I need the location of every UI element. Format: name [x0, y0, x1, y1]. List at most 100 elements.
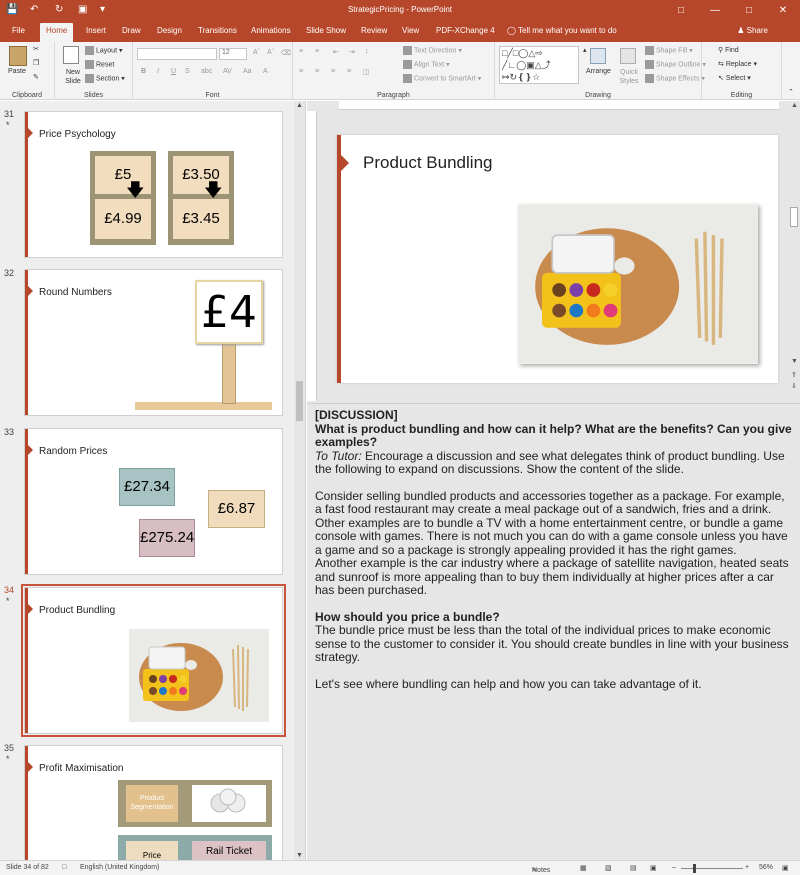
slide-thumbnail-34[interactable]: Product Bundling — [21, 584, 286, 737]
slide-thumbnail-31[interactable]: Price Psychology £5 £4.99 🡇 £3.50 £3.45 … — [24, 111, 283, 258]
paste-button[interactable]: Paste — [8, 68, 26, 75]
slide-thumbnail-35[interactable]: Profit Maximisation Product Segmentation… — [24, 745, 283, 860]
font-size-box[interactable]: 12 — [219, 48, 247, 60]
convert-smartart-button[interactable]: Convert to SmartArt ▾ — [403, 74, 481, 83]
bullets-icon[interactable]: ≡ — [299, 48, 303, 55]
quick-styles-icon[interactable] — [620, 48, 636, 64]
tab-transitions[interactable]: Transitions — [198, 26, 237, 35]
maximize-icon[interactable]: □ — [732, 0, 766, 22]
paint-palette-image[interactable] — [518, 204, 758, 364]
scroll-up-icon[interactable]: ▲ — [296, 102, 303, 109]
shape-effects-button[interactable]: Shape Effects ▾ — [645, 74, 705, 83]
shrink-font-icon[interactable]: Aˇ — [267, 49, 274, 56]
tab-insert[interactable]: Insert — [86, 26, 106, 35]
tab-slide-show[interactable]: Slide Show — [306, 26, 346, 35]
shapes-gallery[interactable]: □╱□◯△⇨ ╱∟◯▣△⤴ ↦↻❴❵☆ — [499, 46, 579, 84]
slide-thumbnail-33[interactable]: Random Prices £27.34 £6.87 £275.24 — [24, 428, 283, 575]
columns-icon[interactable]: ◫ — [363, 68, 370, 76]
format-painter-icon[interactable]: ✎ — [33, 73, 39, 81]
tab-review[interactable]: Review — [361, 26, 387, 35]
thumbnails-scrollbar[interactable]: ▲ ▼ — [294, 101, 305, 860]
spacing-icon[interactable]: AV — [223, 68, 232, 75]
spellcheck-icon[interactable]: □ — [62, 864, 66, 871]
font-color-icon[interactable]: A — [263, 68, 268, 75]
share-button[interactable]: ♟ Share — [737, 26, 768, 35]
tell-me-search[interactable]: ◯ Tell me what you want to do — [507, 26, 617, 35]
minimize-icon[interactable]: — — [698, 0, 732, 22]
slide-scrollbar[interactable]: ▲ ▼ ⇑ ⇓ — [788, 101, 800, 401]
decrease-indent-icon[interactable]: ⇤ — [333, 48, 339, 56]
zoom-slider-thumb[interactable] — [693, 864, 696, 873]
change-case-icon[interactable]: Aa — [243, 68, 252, 75]
tab-pdf-xchange[interactable]: PDF-XChange 4 — [436, 26, 495, 35]
shape-outline-button[interactable]: Shape Outline ▾ — [645, 60, 706, 69]
normal-view-icon[interactable]: ▦ — [580, 864, 587, 872]
zoom-out-icon[interactable]: – — [672, 864, 676, 871]
notes-pane[interactable]: [DISCUSSION] What is product bundling an… — [307, 403, 800, 860]
align-text-button[interactable]: Align Text ▾ — [403, 60, 450, 69]
tab-design[interactable]: Design — [157, 26, 182, 35]
copy-icon[interactable]: ❐ — [33, 59, 39, 67]
price-tag: £6.87 — [208, 490, 265, 528]
slide-sorter-icon[interactable]: ▧ — [605, 864, 612, 872]
zoom-in-icon[interactable]: + — [745, 864, 749, 871]
shape-fill-button[interactable]: Shape Fill ▾ — [645, 46, 693, 55]
arrange-button[interactable]: Arrange — [586, 68, 611, 75]
slide-canvas[interactable]: Product Bundling — [337, 135, 778, 383]
underline-icon[interactable]: U — [171, 68, 176, 75]
paste-icon[interactable] — [9, 46, 27, 66]
next-slide-icon[interactable]: ⇓ — [791, 382, 797, 390]
collapse-ribbon-icon[interactable]: ⌃ — [788, 88, 794, 96]
shapes-scroll-icon[interactable]: ▴ — [583, 46, 587, 54]
slideshow-icon[interactable]: ▣ — [650, 864, 657, 872]
slide-title[interactable]: Product Bundling — [363, 153, 492, 173]
tab-view[interactable]: View — [402, 26, 419, 35]
clear-format-icon[interactable]: ⌫ — [281, 49, 291, 57]
close-icon[interactable]: ✕ — [766, 0, 800, 22]
numbering-icon[interactable]: ≡ — [315, 48, 319, 55]
find-button[interactable]: ⚲ Find — [718, 46, 739, 54]
align-left-icon[interactable]: ≡ — [299, 68, 303, 75]
scrollbar-thumb[interactable] — [790, 207, 798, 227]
animation-star-icon: * — [6, 120, 10, 130]
scroll-down-icon[interactable]: ▼ — [296, 852, 303, 859]
grow-font-icon[interactable]: Aˆ — [253, 49, 260, 56]
reset-button[interactable]: Reset — [85, 60, 114, 69]
scroll-up-icon[interactable]: ▲ — [791, 102, 798, 109]
zoom-level[interactable]: 56% — [759, 864, 773, 871]
text-direction-button[interactable]: Text Direction ▾ — [403, 46, 462, 55]
align-center-icon[interactable]: ≡ — [315, 68, 319, 75]
bold-icon[interactable]: B — [141, 68, 146, 75]
select-button[interactable]: ↖ Select ▾ — [718, 74, 751, 82]
section-button[interactable]: Section ▾ — [85, 74, 125, 83]
scrollbar-thumb[interactable] — [296, 381, 303, 421]
reading-view-icon[interactable]: ▤ — [630, 864, 637, 872]
language-indicator[interactable]: English (United Kingdom) — [80, 864, 159, 871]
ribbon-display-icon[interactable]: □ — [664, 0, 698, 22]
slide-thumbnail-32[interactable]: Round Numbers £4 — [24, 269, 283, 416]
tab-file[interactable]: File — [12, 26, 25, 35]
cut-icon[interactable]: ✂ — [33, 45, 39, 53]
replace-button[interactable]: ⇆ Replace ▾ — [718, 60, 757, 68]
shadow-icon[interactable]: S — [185, 68, 190, 75]
line-spacing-icon[interactable]: ↕ — [365, 48, 369, 55]
zoom-slider[interactable] — [681, 868, 743, 869]
fit-to-window-icon[interactable]: ▣ — [782, 864, 789, 872]
previous-slide-icon[interactable]: ⇑ — [791, 371, 797, 379]
italic-icon[interactable]: I — [157, 68, 159, 75]
tab-animations[interactable]: Animations — [251, 26, 291, 35]
tab-draw[interactable]: Draw — [122, 26, 141, 35]
font-name-box[interactable] — [137, 48, 217, 60]
arrange-icon[interactable] — [590, 48, 606, 64]
scroll-down-icon[interactable]: ▼ — [791, 358, 798, 365]
justify-icon[interactable]: ≡ — [347, 68, 351, 75]
title-bar: 💾 ↶ ↻ ▣ ▾ StrategicPricing - PowerPoint … — [0, 0, 800, 22]
new-slide-button[interactable]: New Slide — [59, 68, 87, 86]
align-right-icon[interactable]: ≡ — [331, 68, 335, 75]
new-slide-icon[interactable] — [63, 46, 79, 64]
quick-styles-button[interactable]: Quick Styles — [614, 68, 644, 86]
strikethrough-icon[interactable]: abc — [201, 68, 212, 75]
tab-home[interactable]: Home — [40, 23, 74, 42]
increase-indent-icon[interactable]: ⇥ — [349, 48, 355, 56]
layout-button[interactable]: Layout ▾ — [85, 46, 123, 55]
